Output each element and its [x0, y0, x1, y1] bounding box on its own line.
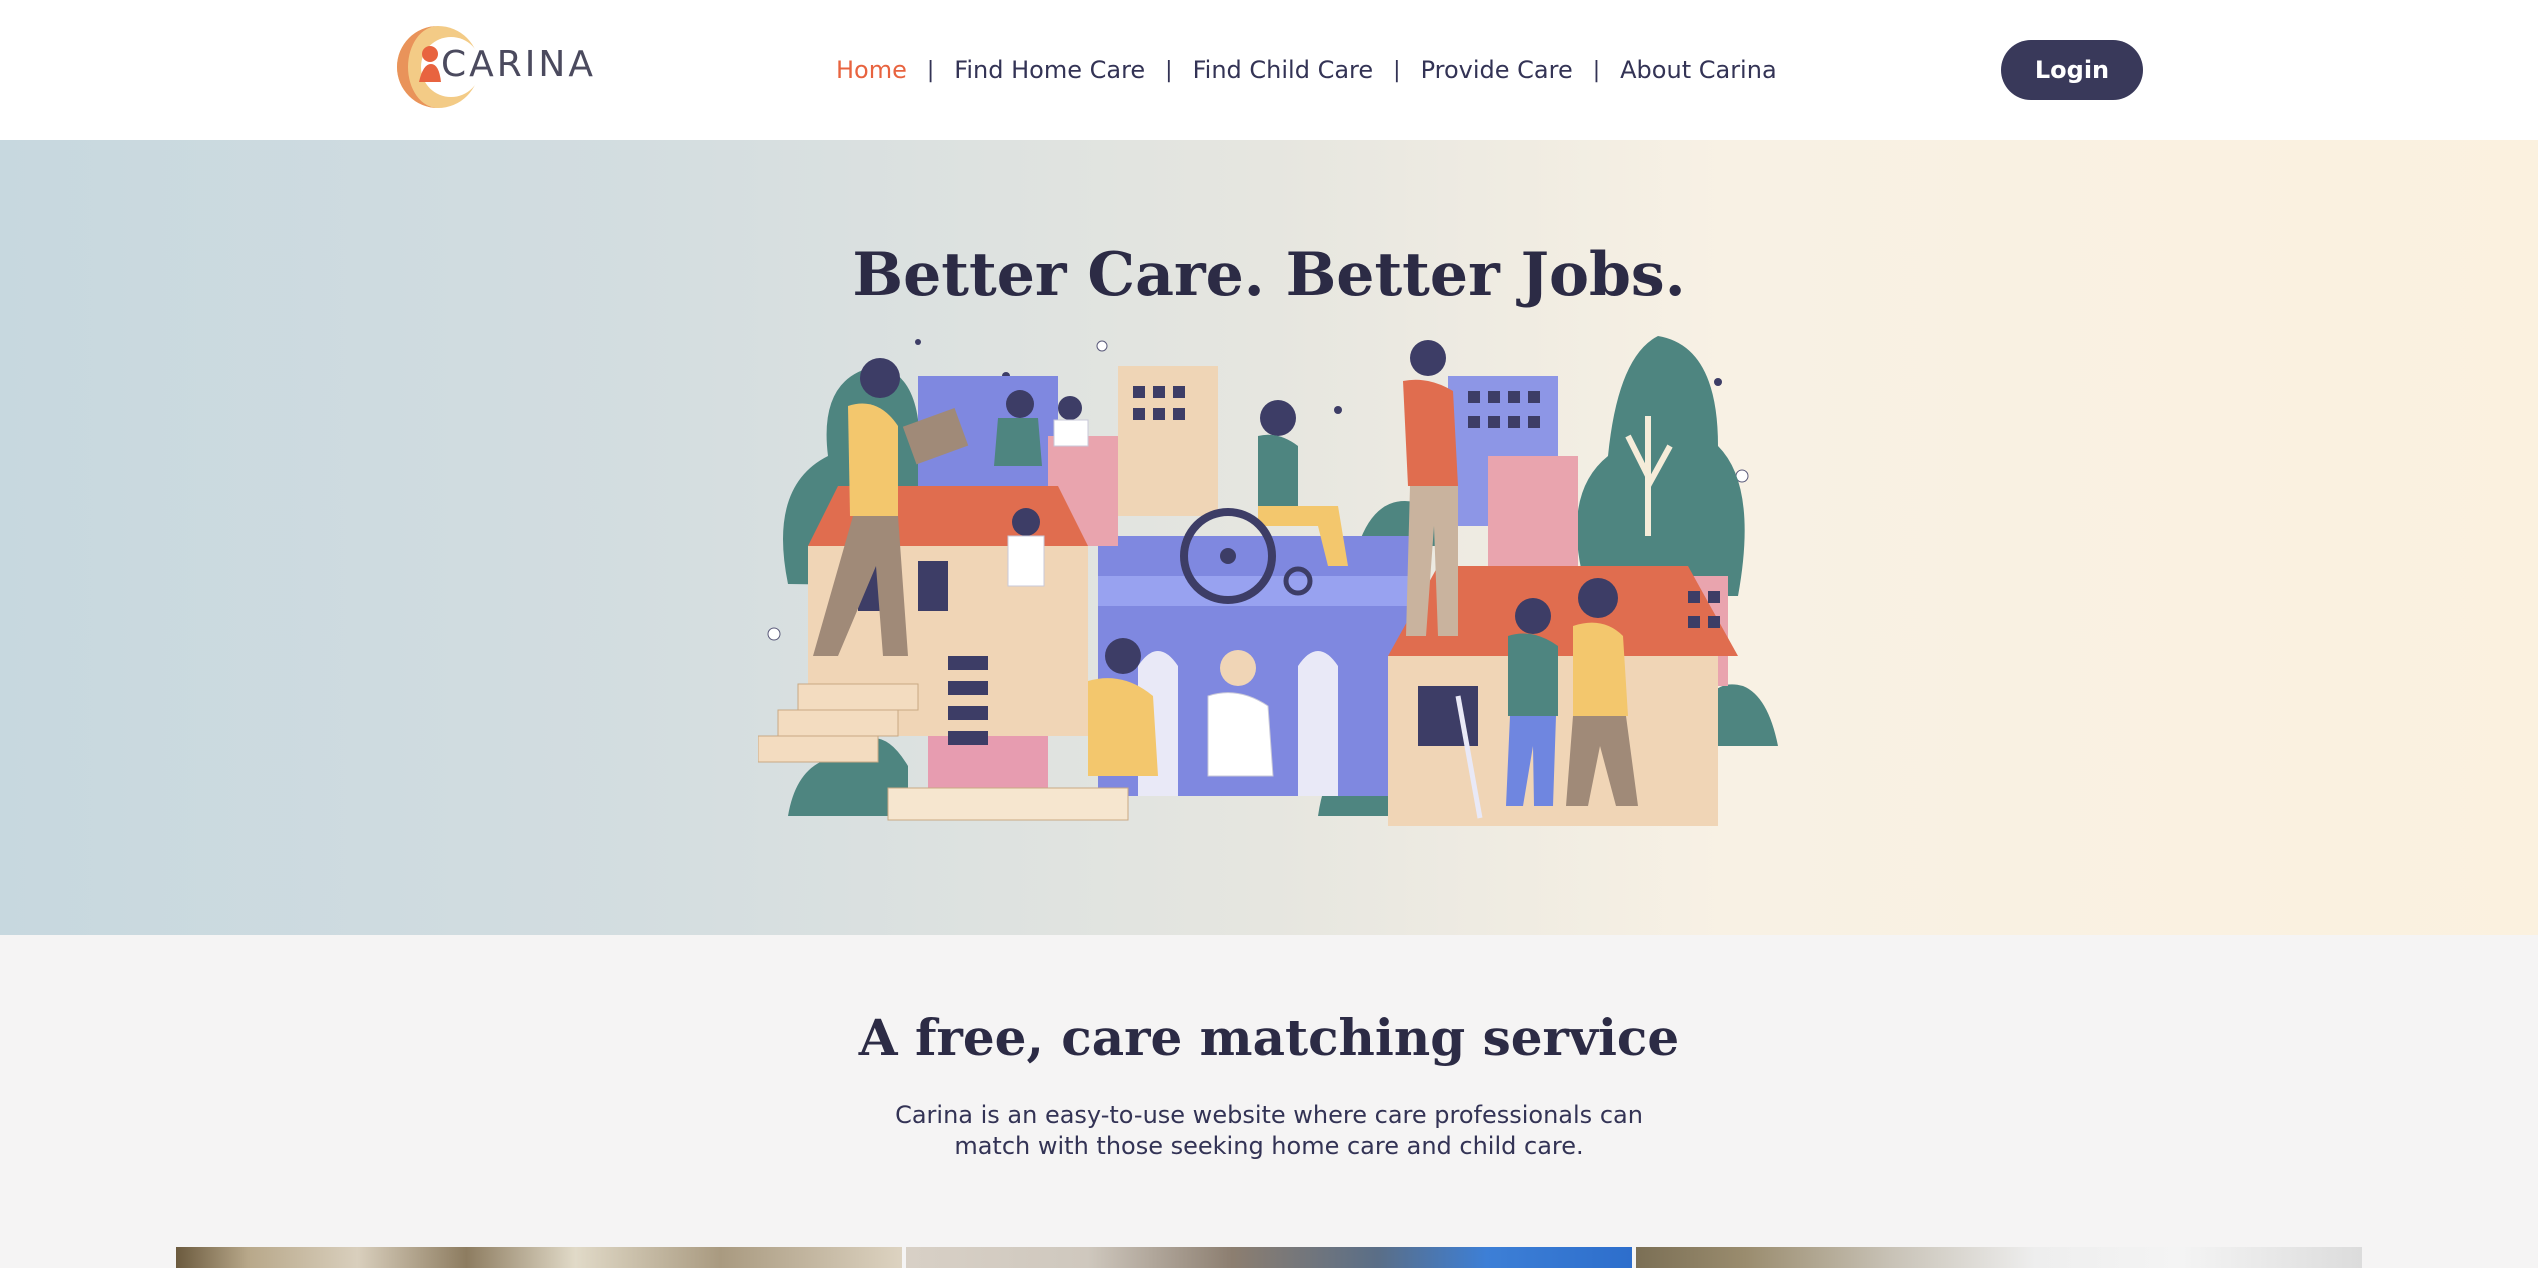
hero-section: Better Care. Better Jobs. — [0, 140, 2538, 935]
info-description: Carina is an easy-to-use website where c… — [895, 1101, 1643, 1160]
login-button[interactable]: Login — [2001, 40, 2143, 100]
photo-garden — [176, 1247, 902, 1268]
photo-home — [1636, 1247, 2362, 1268]
logo-text: CARINA — [441, 44, 596, 85]
community-care-illustration — [758, 336, 1778, 826]
nav-find-home-care[interactable]: Find Home Care — [954, 56, 1145, 84]
photo-portrait — [906, 1247, 1632, 1268]
hero-title: Better Care. Better Jobs. — [852, 240, 1686, 310]
photo-strip — [176, 1247, 2362, 1268]
nav-about-carina[interactable]: About Carina — [1620, 56, 1777, 84]
nav-separator: | — [1592, 57, 1601, 83]
nav-provide-care[interactable]: Provide Care — [1421, 56, 1573, 84]
nav-find-child-care[interactable]: Find Child Care — [1193, 56, 1374, 84]
carina-logo[interactable]: CARINA — [395, 24, 593, 110]
site-header: CARINA Home | Find Home Care | Find Chil… — [0, 0, 2538, 140]
info-title: A free, care matching service — [858, 1008, 1680, 1067]
nav-separator: | — [1165, 57, 1173, 83]
nav-separator: | — [926, 57, 935, 83]
nav-home[interactable]: Home — [836, 56, 907, 84]
main-nav: Home | Find Home Care | Find Child Care … — [836, 52, 1777, 88]
nav-separator: | — [1393, 57, 1401, 83]
